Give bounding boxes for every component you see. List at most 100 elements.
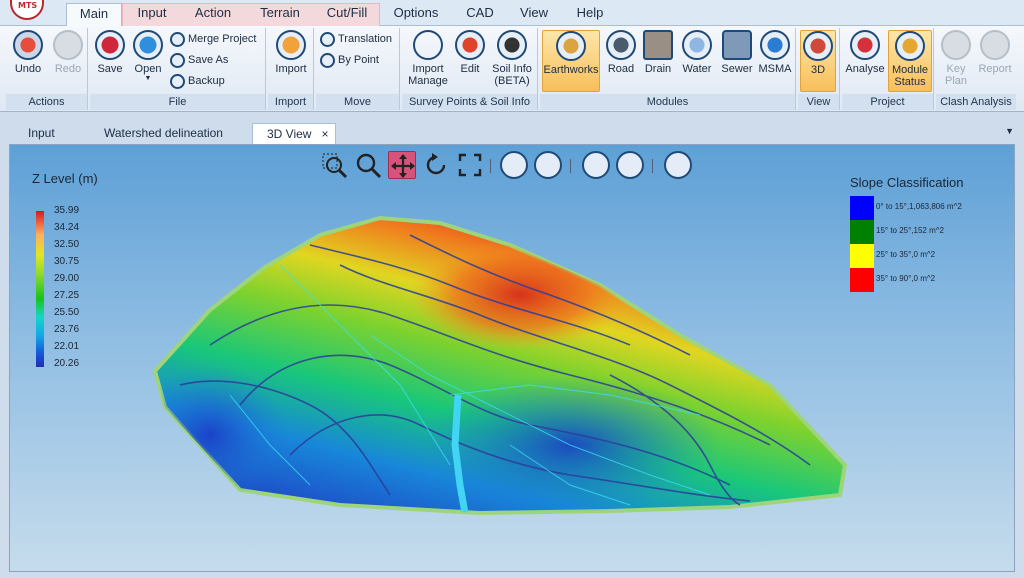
- surface-style-icon[interactable]: [616, 151, 644, 179]
- toolbar-separator: [490, 159, 491, 173]
- group-view: 3D View: [798, 28, 840, 110]
- tab-options[interactable]: Options: [388, 3, 444, 26]
- group-survey: Import Manage Edit Soil Info (BETA) Surv…: [402, 28, 538, 110]
- tab-cad[interactable]: CAD: [460, 3, 500, 26]
- report-button[interactable]: Report: [976, 30, 1014, 75]
- slope-swatch: [850, 196, 874, 220]
- slope-legend-item: 0° to 15°,1,063,806 m^2: [850, 196, 1010, 220]
- 3d-button[interactable]: 3D: [800, 30, 836, 92]
- tab-help[interactable]: Help: [570, 3, 610, 26]
- chevron-down-icon: ▼: [144, 75, 152, 82]
- module-status-icon: [895, 31, 925, 61]
- zoom-window-icon[interactable]: [320, 151, 348, 179]
- tab-terrain[interactable]: Terrain: [252, 3, 308, 26]
- backup-icon: [170, 74, 185, 89]
- doc-tab-input[interactable]: Input: [28, 123, 68, 144]
- redo-icon: [53, 30, 83, 60]
- z-tick: 23.76: [54, 324, 80, 335]
- road-icon: [606, 30, 636, 60]
- group-title: File: [90, 94, 265, 110]
- layer-toggle-icon[interactable]: [582, 151, 610, 179]
- tab-cut-fill[interactable]: Cut/Fill: [318, 3, 376, 26]
- close-icon[interactable]: ×: [321, 127, 328, 141]
- fit-extent-icon[interactable]: [456, 151, 484, 179]
- open-icon: [133, 30, 163, 60]
- merge-project-button[interactable]: Merge Project: [168, 31, 256, 49]
- edit-button[interactable]: Edit: [454, 30, 486, 75]
- exaggerate-up-icon[interactable]: [500, 151, 528, 179]
- drain-button[interactable]: Drain: [640, 30, 676, 75]
- exaggerate-down-icon[interactable]: [534, 151, 562, 179]
- group-title: Project: [842, 94, 933, 110]
- translation-button[interactable]: Translation: [318, 31, 392, 49]
- doc-tab-3d-view[interactable]: 3D View ×: [252, 123, 336, 144]
- doc-tab-watershed[interactable]: Watershed delineation: [104, 123, 234, 144]
- z-tick: 20.26: [54, 358, 80, 369]
- road-button[interactable]: Road: [604, 30, 638, 75]
- water-button[interactable]: Water: [678, 30, 716, 75]
- analyse-button[interactable]: Analyse: [844, 30, 886, 75]
- drain-icon: [643, 30, 673, 60]
- save-button[interactable]: Save: [92, 30, 128, 75]
- slope-label: 25° to 35°,0 m^2: [876, 250, 936, 259]
- backup-button[interactable]: Backup: [168, 73, 225, 91]
- tab-list-dropdown-icon[interactable]: ▼: [1005, 126, 1014, 136]
- import-manage-button[interactable]: Import Manage: [404, 30, 452, 87]
- toolbar-separator: [570, 159, 571, 173]
- tab-main[interactable]: Main: [66, 3, 122, 26]
- tab-action[interactable]: Action: [186, 3, 240, 26]
- by-point-icon: [320, 53, 335, 68]
- rotate-icon[interactable]: [422, 151, 450, 179]
- group-modules: Earthworks Road Drain Water Sewer MSMA M…: [540, 28, 796, 110]
- undo-icon: [13, 30, 43, 60]
- merge-icon: [170, 32, 185, 47]
- tab-input[interactable]: Input: [128, 3, 176, 26]
- 3d-viewport[interactable]: Z Level (m) 35.99 34.24 32.50 30.75 29.0…: [9, 144, 1015, 572]
- soil-info-button[interactable]: Soil Info (BETA): [488, 30, 536, 87]
- by-point-button[interactable]: By Point: [318, 52, 379, 70]
- document-tabs: Input Watershed delineation 3D View × ▼: [0, 114, 1024, 144]
- z-tick: 34.24: [54, 222, 80, 233]
- import-icon: [276, 30, 306, 60]
- z-tick: 35.99: [54, 205, 80, 216]
- slope-label: 35° to 90°,0 m^2: [876, 274, 936, 283]
- open-button[interactable]: Open ▼: [130, 30, 166, 83]
- earthworks-button[interactable]: Earthworks: [542, 30, 600, 92]
- group-project: Analyse Module Status Project: [842, 28, 934, 110]
- slope-legend-item: 25° to 35°,0 m^2: [850, 244, 1010, 268]
- ribbon: Undo Redo Actions Save Open ▼ Merge Proj…: [0, 26, 1024, 112]
- key-plan-button[interactable]: Key Plan: [938, 30, 974, 87]
- save-as-icon: [170, 53, 185, 68]
- group-title: Actions: [6, 94, 87, 110]
- group-move: Translation By Point Move: [316, 28, 400, 110]
- group-title: Import: [268, 94, 313, 110]
- tab-view[interactable]: View: [512, 3, 556, 26]
- print-icon[interactable]: [664, 151, 692, 179]
- sewer-button[interactable]: Sewer: [718, 30, 756, 75]
- z-level-legend: Z Level (m) 35.99 34.24 32.50 30.75 29.0…: [32, 171, 98, 369]
- app-logo[interactable]: MTS: [10, 0, 44, 20]
- import-button[interactable]: Import: [272, 30, 310, 75]
- module-status-button[interactable]: Module Status: [888, 30, 932, 92]
- slope-legend-item: 35° to 90°,0 m^2: [850, 268, 1010, 292]
- group-title: Survey Points & Soil Info: [402, 94, 537, 110]
- z-legend-title: Z Level (m): [32, 171, 98, 186]
- slope-legend-item: 15° to 25°,152 m^2: [850, 220, 1010, 244]
- edit-icon: [455, 30, 485, 60]
- group-actions: Undo Redo Actions: [6, 28, 88, 110]
- group-import: Import Import: [268, 28, 314, 110]
- 3d-icon: [803, 31, 833, 61]
- z-tick: 29.00: [54, 273, 80, 284]
- save-icon: [95, 30, 125, 60]
- undo-button[interactable]: Undo: [10, 30, 46, 75]
- earthworks-icon: [556, 31, 586, 61]
- analyse-icon: [850, 30, 880, 60]
- slope-legend-title: Slope Classification: [850, 175, 964, 190]
- slope-label: 0° to 15°,1,063,806 m^2: [876, 202, 962, 211]
- slope-swatch: [850, 244, 874, 268]
- save-as-button[interactable]: Save As: [168, 52, 228, 70]
- redo-button[interactable]: Redo: [50, 30, 86, 75]
- msma-button[interactable]: MSMA: [756, 30, 794, 75]
- zoom-icon[interactable]: [354, 151, 382, 179]
- pan-icon[interactable]: [388, 151, 416, 179]
